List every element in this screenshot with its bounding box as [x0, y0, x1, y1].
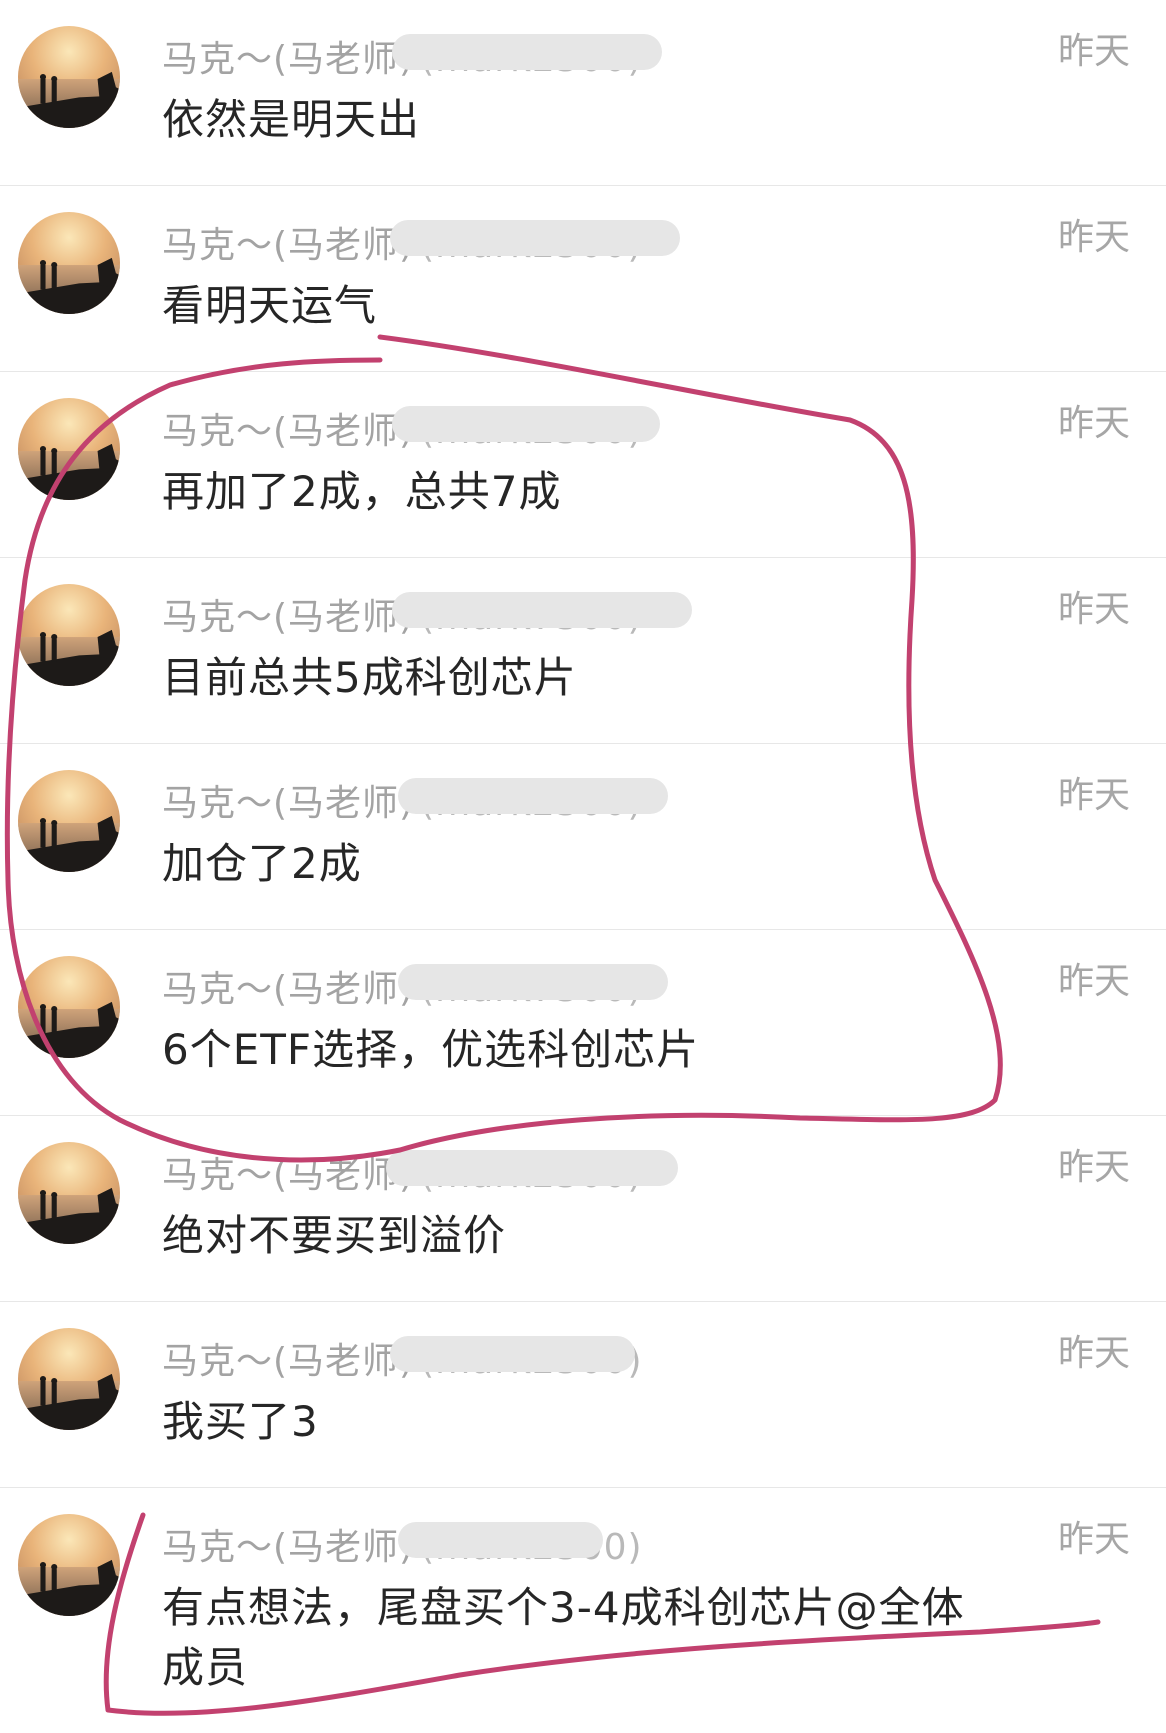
redaction-blur [392, 34, 662, 70]
message-item[interactable]: 马克～(马老师)(mark2500)昨天加仓了2成 [0, 744, 1166, 930]
message-text: 目前总共5成科创芯片 [162, 653, 577, 702]
redaction-blur [398, 964, 668, 1000]
avatar[interactable] [18, 770, 120, 872]
message-time: 昨天 [1057, 775, 1130, 816]
sender-nickname: 马克～(马老师) [162, 597, 415, 638]
message-item[interactable]: 马克～(马老师)(mark2500)昨天绝对不要买到溢价 [0, 1116, 1166, 1302]
message-text: 加仓了2成 [162, 839, 362, 888]
message-item[interactable]: 马克～(马老师)(mark7500)昨天目前总共5成科创芯片 [0, 558, 1166, 744]
message-item[interactable]: 马克～(马老师)(mark7500)昨天6个ETF选择，优选科创芯片 [0, 930, 1166, 1116]
message-text: 看明天运气 [162, 281, 378, 330]
message-list: 马克～(马老师)(mark2500)昨天依然是明天出 马克～(马老师)(mark… [0, 0, 1166, 1733]
avatar[interactable] [18, 956, 120, 1058]
redaction-blur [398, 1522, 603, 1558]
message-text: 6个ETF选择，优选科创芯片 [162, 1025, 700, 1074]
message-text: 依然是明天出 [162, 95, 421, 144]
sunset-couple-avatar-icon [18, 770, 120, 872]
message-time: 昨天 [1057, 403, 1130, 444]
message-item[interactable]: 马克～(马老师)(mark2500)昨天有点想法，尾盘买个3-4成科创芯片@全体… [0, 1488, 1166, 1733]
sender-nickname: 马克～(马老师) [162, 39, 415, 80]
message-item[interactable]: 马克～(马老师)(mark2500)昨天看明天运气 [0, 186, 1166, 372]
sunset-couple-avatar-icon [18, 1142, 120, 1244]
sunset-couple-avatar-icon [18, 26, 120, 128]
sunset-couple-avatar-icon [18, 1328, 120, 1430]
redaction-blur [392, 406, 660, 442]
sender-nickname: 马克～(马老师) [162, 969, 415, 1010]
message-time: 昨天 [1057, 589, 1130, 630]
message-item[interactable]: 马克～(马老师)(mark2500)昨天我买了3 [0, 1302, 1166, 1488]
message-time: 昨天 [1057, 1519, 1130, 1560]
message-text: 绝对不要买到溢价 [162, 1211, 507, 1260]
message-time: 昨天 [1057, 1333, 1130, 1374]
avatar[interactable] [18, 212, 120, 314]
message-time: 昨天 [1057, 1147, 1130, 1188]
redaction-blur [390, 1336, 635, 1372]
sender-nickname: 马克～(马老师) [162, 225, 415, 266]
sunset-couple-avatar-icon [18, 1514, 120, 1616]
sender-nickname: 马克～(马老师) [162, 1155, 415, 1196]
message-time: 昨天 [1057, 217, 1130, 258]
avatar[interactable] [18, 1328, 120, 1430]
avatar[interactable] [18, 1514, 120, 1616]
sender-nickname: 马克～(马老师) [162, 1527, 415, 1568]
sender-nickname: 马克～(马老师) [162, 411, 415, 452]
redaction-blur [398, 778, 668, 814]
message-text: 有点想法，尾盘买个3-4成科创芯片@全体成员 [162, 1583, 965, 1692]
message-text: 再加了2成，总共7成 [162, 467, 562, 516]
redaction-blur [386, 1150, 678, 1186]
sunset-couple-avatar-icon [18, 212, 120, 314]
redaction-blur [392, 592, 692, 628]
message-item[interactable]: 马克～(马老师)(mark2500)昨天再加了2成，总共7成 [0, 372, 1166, 558]
message-time: 昨天 [1057, 961, 1130, 1002]
sender-nickname: 马克～(马老师) [162, 1341, 415, 1382]
sender-nickname: 马克～(马老师) [162, 783, 415, 824]
message-text: 我买了3 [162, 1397, 319, 1446]
redaction-blur [390, 220, 680, 256]
sunset-couple-avatar-icon [18, 584, 120, 686]
avatar[interactable] [18, 26, 120, 128]
avatar[interactable] [18, 398, 120, 500]
message-time: 昨天 [1057, 31, 1130, 72]
avatar[interactable] [18, 1142, 120, 1244]
sunset-couple-avatar-icon [18, 956, 120, 1058]
sunset-couple-avatar-icon [18, 398, 120, 500]
avatar[interactable] [18, 584, 120, 686]
message-item[interactable]: 马克～(马老师)(mark2500)昨天依然是明天出 [0, 0, 1166, 186]
